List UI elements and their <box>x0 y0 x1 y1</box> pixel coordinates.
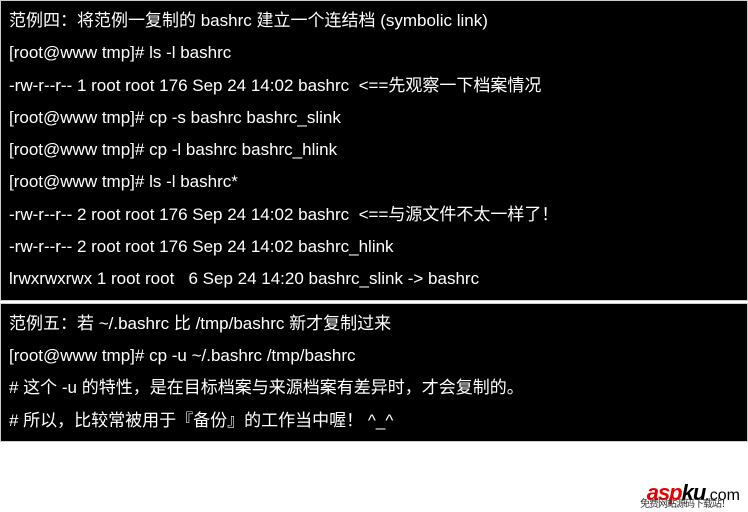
terminal-line: # 所以，比较常被用于『备份』的工作当中喔！ ^_^ <box>9 405 739 437</box>
terminal-line: [root@www tmp]# cp -l bashrc bashrc_hlin… <box>9 134 739 166</box>
terminal-line: [root@www tmp]# cp -u ~/.bashrc /tmp/bas… <box>9 340 739 372</box>
terminal-line: [root@www tmp]# ls -l bashrc* <box>9 166 739 198</box>
terminal-line: [root@www tmp]# ls -l bashrc <box>9 37 739 69</box>
watermark-tagline: 免费网站源码下载站！ <box>640 495 730 510</box>
terminal-line: -rw-r--r-- 1 root root 176 Sep 24 14:02 … <box>9 70 739 102</box>
terminal-line: lrwxrwxrwx 1 root root 6 Sep 24 14:20 ba… <box>9 263 739 295</box>
terminal-line: 范例五：若 ~/.bashrc 比 /tmp/bashrc 新才复制过来 <box>9 308 739 340</box>
terminal-line: -rw-r--r-- 2 root root 176 Sep 24 14:02 … <box>9 199 739 231</box>
watermark-logo: aspku.com 免费网站源码下载站！ <box>647 480 740 506</box>
terminal-block-1: 范例四：将范例一复制的 bashrc 建立一个连结档 (symbolic lin… <box>0 0 748 301</box>
terminal-block-2: 范例五：若 ~/.bashrc 比 /tmp/bashrc 新才复制过来 [ro… <box>0 303 748 442</box>
terminal-line: 范例四：将范例一复制的 bashrc 建立一个连结档 (symbolic lin… <box>9 5 739 37</box>
terminal-line: -rw-r--r-- 2 root root 176 Sep 24 14:02 … <box>9 231 739 263</box>
terminal-line: [root@www tmp]# cp -s bashrc bashrc_slin… <box>9 102 739 134</box>
terminal-line: # 这个 -u 的特性，是在目标档案与来源档案有差异时，才会复制的。 <box>9 372 739 404</box>
